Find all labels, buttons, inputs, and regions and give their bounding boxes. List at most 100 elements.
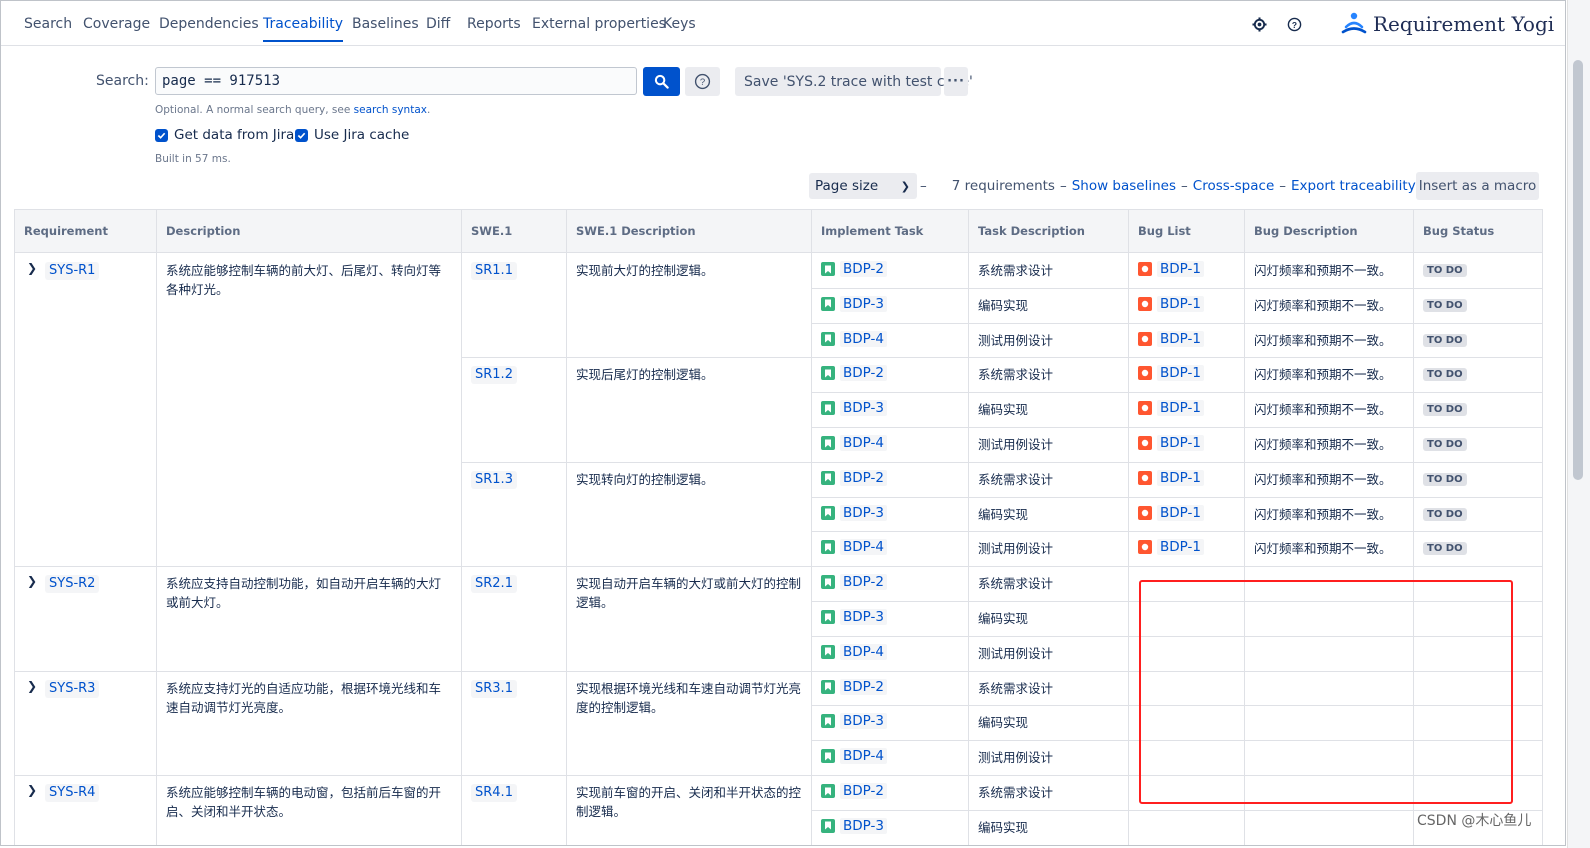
issue-key: BDP-1 [1157, 400, 1204, 417]
tab-traceability[interactable]: Traceability [263, 16, 344, 42]
bug-link[interactable]: BDP-1 [1138, 295, 1204, 312]
task-description: 编码实现 [978, 506, 1029, 522]
bug-link[interactable]: BDP-1 [1138, 539, 1204, 556]
bug-link[interactable]: BDP-1 [1138, 435, 1204, 451]
swe-link[interactable]: SR1.3 [471, 470, 517, 489]
tab-keys[interactable]: Keys [663, 16, 696, 32]
implement-task-link[interactable]: BDP-2 [821, 574, 887, 591]
tab-baselines[interactable]: Baselines [352, 16, 419, 32]
svg-text:?: ? [1291, 19, 1296, 29]
row-divider [461, 670, 811, 672]
implement-task-link[interactable]: BDP-2 [821, 261, 887, 277]
requirement-link[interactable]: SYS-R3 [45, 679, 100, 698]
implement-task-link[interactable]: BDP-3 [821, 817, 887, 834]
bug-icon [1138, 436, 1152, 450]
column-header: Requirement [24, 224, 108, 238]
bug-link[interactable]: BDP-1 [1138, 400, 1204, 417]
chevron-right-icon[interactable]: ❯ [27, 574, 37, 588]
help-icon[interactable]: ? [1285, 15, 1303, 33]
task-description: 测试用例设计 [978, 645, 1054, 661]
swe-link[interactable]: SR1.2 [471, 366, 517, 385]
search-button[interactable] [643, 67, 680, 96]
issue-key: BDP-2 [840, 574, 887, 591]
implement-task-link[interactable]: BDP-3 [821, 609, 887, 625]
bug-link[interactable]: BDP-1 [1138, 504, 1204, 521]
requirement-link[interactable]: SYS-R4 [45, 784, 100, 802]
implement-task-link[interactable]: BDP-2 [821, 365, 887, 382]
tab-coverage[interactable]: Coverage [83, 16, 150, 32]
bug-link[interactable]: BDP-1 [1138, 330, 1204, 347]
swe-link[interactable]: SR3.1 [471, 679, 517, 698]
status-badge: TO DO [1423, 472, 1467, 486]
separator: – [1059, 178, 1067, 194]
use-jira-cache-checkbox[interactable]: Use Jira cache [295, 127, 409, 143]
story-icon [821, 679, 835, 694]
story-icon [821, 296, 835, 311]
implement-task-link[interactable]: BDP-3 [821, 504, 887, 521]
implement-task-link[interactable]: BDP-4 [821, 643, 887, 660]
status-badge: TO DO [1423, 438, 1467, 451]
search-input[interactable] [155, 67, 637, 95]
save-search-button[interactable]: Save 'SYS.2 trace with test case' [735, 67, 973, 96]
issue-key: BDP-2 [840, 678, 887, 695]
search-help-button[interactable]: ? [685, 67, 720, 96]
tab-reports[interactable]: Reports [467, 16, 521, 32]
page-size-select[interactable]: Page size ❯ [809, 173, 917, 199]
app-frame: Search Coverage Dependencies Traceabilit… [0, 0, 1566, 846]
brand-name: Requirement Yogi [1373, 12, 1555, 36]
implement-task-link[interactable]: BDP-3 [821, 400, 887, 417]
requirement-description: 系统应支持灯光的自适应功能，根据环境光线和车速自动调节灯光亮度。 [166, 680, 442, 715]
implement-task-link[interactable]: BDP-4 [821, 435, 887, 451]
bug-link[interactable]: BDP-1 [1138, 261, 1204, 277]
bug-description: 闪灯频率和预期不一致。 [1254, 332, 1392, 348]
get-data-from-jira-checkbox[interactable]: Get data from Jira [155, 127, 294, 143]
implement-task-link[interactable]: BDP-3 [821, 713, 887, 730]
show-baselines-link[interactable]: Show baselines [1072, 178, 1176, 194]
swe-link[interactable]: SR2.1 [471, 575, 517, 594]
implement-task-link[interactable]: BDP-4 [821, 330, 887, 347]
swe-link[interactable]: SR4.1 [471, 784, 517, 802]
issue-key: BDP-1 [1157, 365, 1204, 382]
gear-icon[interactable] [1250, 15, 1268, 33]
chevron-down-icon: ❯ [900, 179, 910, 193]
task-description: 系统需求设计 [978, 576, 1054, 592]
requirements-count: 7 requirements [951, 178, 1055, 194]
issue-key: BDP-1 [1157, 330, 1204, 347]
bug-link[interactable]: BDP-1 [1138, 365, 1204, 382]
tab-diff[interactable]: Diff [426, 16, 450, 32]
tab-dependencies[interactable]: Dependencies [159, 16, 259, 32]
tab-search[interactable]: Search [24, 16, 72, 32]
swe-link[interactable]: SR1.1 [471, 262, 517, 280]
implement-task-link[interactable]: BDP-3 [821, 295, 887, 312]
column-divider [1128, 209, 1129, 253]
cross-space-link[interactable]: Cross-space [1193, 178, 1274, 194]
implement-task-link[interactable]: BDP-4 [821, 539, 887, 556]
more-options-button[interactable]: ··· [944, 67, 968, 96]
requirement-description: 系统应支持自动控制功能，如自动开启车辆的大灯或前大灯。 [166, 576, 442, 611]
insert-as-macro-button[interactable]: Insert as a macro [1416, 172, 1539, 200]
column-divider [968, 209, 969, 253]
search-syntax-link[interactable]: search syntax [354, 104, 427, 116]
row-divider [811, 461, 1543, 463]
scrollbar[interactable] [1567, 0, 1590, 848]
chevron-right-icon[interactable]: ❯ [27, 783, 37, 797]
status-badge: TO DO [1423, 403, 1467, 417]
tab-external-properties[interactable]: External properties [532, 16, 666, 32]
implement-task-link[interactable]: BDP-2 [821, 469, 887, 486]
chevron-right-icon[interactable]: ❯ [27, 261, 37, 275]
implement-task-link[interactable]: BDP-2 [821, 783, 887, 799]
status-badge: TO DO [1423, 333, 1467, 347]
implement-task-link[interactable]: BDP-4 [821, 748, 887, 765]
swe-description: 实现转向灯的控制逻辑。 [576, 471, 714, 487]
bug-link[interactable]: BDP-1 [1138, 469, 1204, 486]
implement-task-link[interactable]: BDP-2 [821, 678, 887, 695]
bug-description: 闪灯频率和预期不一致。 [1254, 541, 1392, 557]
chevron-right-icon[interactable]: ❯ [27, 679, 37, 693]
requirement-link[interactable]: SYS-R2 [45, 575, 100, 594]
bug-icon [1138, 296, 1152, 311]
requirement-link[interactable]: SYS-R1 [45, 262, 100, 280]
row-divider [461, 461, 811, 463]
checkbox-checked-icon [155, 128, 168, 142]
scrollbar-thumb[interactable] [1573, 60, 1583, 480]
task-description: 系统需求设计 [978, 367, 1054, 383]
